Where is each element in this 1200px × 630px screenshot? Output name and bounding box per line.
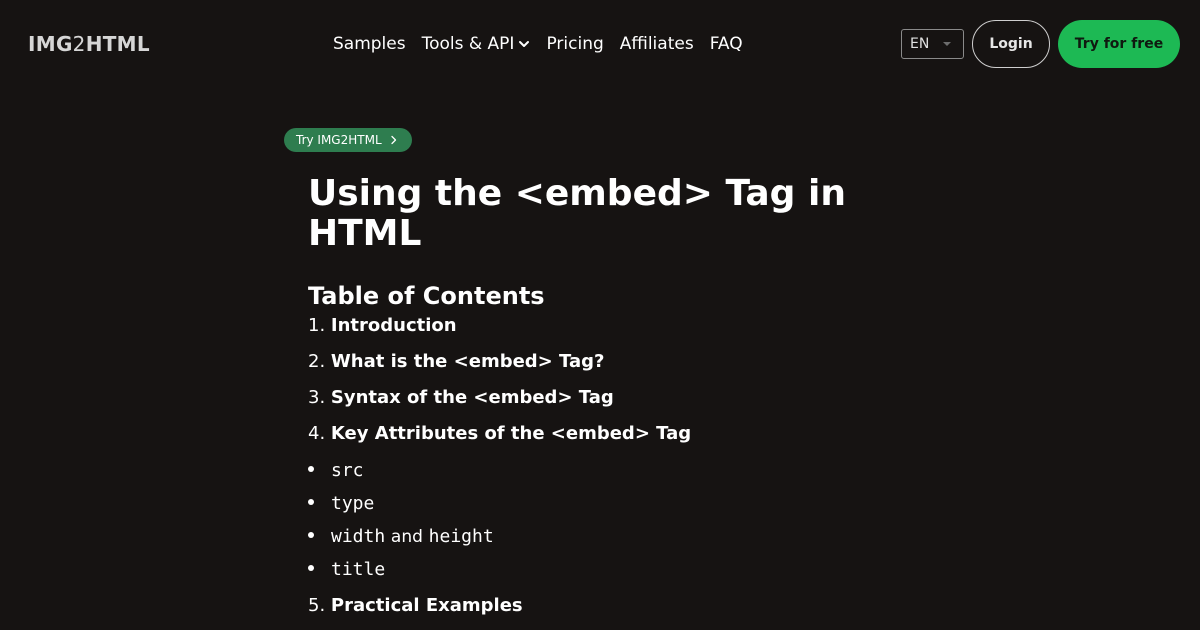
nav-link-label: FAQ bbox=[709, 34, 743, 54]
main-nav: Samples Tools & API Pricing Affiliates F… bbox=[333, 33, 743, 55]
attribute-joiner: and bbox=[390, 527, 423, 547]
nav-link-pricing[interactable]: Pricing bbox=[546, 33, 603, 55]
toc-subitem-title[interactable]: title bbox=[308, 558, 385, 582]
nav-link-label: Samples bbox=[333, 34, 406, 54]
bullet-dot bbox=[308, 499, 314, 505]
toc-subitem-width-height[interactable]: width and height bbox=[308, 525, 494, 549]
site-logo[interactable]: IMG2HTML bbox=[28, 33, 150, 55]
toc-item-syntax[interactable]: 3. Syntax of the <embed> Tag bbox=[308, 386, 614, 410]
badge-label: Try IMG2HTML bbox=[296, 133, 382, 147]
toc-item-number: 2. bbox=[308, 351, 326, 372]
toc-subitem-src[interactable]: src bbox=[308, 459, 364, 483]
attribute-code: title bbox=[331, 559, 386, 580]
toc-item-number: 1. bbox=[308, 315, 326, 336]
nav-link-label: Pricing bbox=[546, 34, 604, 54]
toc-heading: Table of Contents bbox=[308, 282, 545, 310]
language-select-value: EN bbox=[910, 36, 930, 52]
try-for-free-button[interactable]: Try for free bbox=[1058, 20, 1180, 68]
toc-item-label: Syntax of the <embed> Tag bbox=[330, 387, 614, 408]
attribute-code: height bbox=[428, 526, 494, 547]
toc-item-key-attributes[interactable]: 4. Key Attributes of the <embed> Tag bbox=[308, 422, 691, 446]
nav-link-faq[interactable]: FAQ bbox=[710, 33, 743, 55]
toc-item-label: Key Attributes of the <embed> Tag bbox=[330, 423, 692, 444]
try-img2html-badge[interactable]: Try IMG2HTML bbox=[284, 128, 412, 152]
toc-item-label: Introduction bbox=[330, 315, 457, 336]
nav-link-tools-api[interactable]: Tools & API bbox=[422, 33, 531, 55]
logo-text-two: 2 bbox=[72, 32, 86, 56]
logo-text-img: IMG bbox=[28, 32, 73, 56]
logo-text-html: HTML bbox=[85, 32, 150, 56]
caret-down-icon bbox=[943, 42, 951, 46]
chevron-right-icon bbox=[390, 135, 396, 145]
login-button[interactable]: Login bbox=[972, 20, 1050, 68]
bullet-dot bbox=[308, 466, 314, 472]
page-title: Using the <embed> Tag in HTML bbox=[308, 173, 846, 254]
attribute-code: width bbox=[331, 526, 386, 547]
nav-link-affiliates[interactable]: Affiliates bbox=[620, 33, 694, 55]
toc-item-label: Practical Examples bbox=[330, 595, 523, 616]
nav-link-label: Affiliates bbox=[619, 34, 694, 54]
nav-link-samples[interactable]: Samples bbox=[333, 33, 406, 55]
attribute-code: src bbox=[331, 460, 364, 481]
toc-item-introduction[interactable]: 1. Introduction bbox=[308, 314, 457, 338]
attribute-code: type bbox=[331, 493, 375, 514]
toc-item-number: 5. bbox=[308, 595, 326, 616]
toc-item-what-is-embed[interactable]: 2. What is the <embed> Tag? bbox=[308, 350, 604, 374]
toc-item-label: What is the <embed> Tag? bbox=[330, 351, 605, 372]
language-select[interactable]: EN bbox=[901, 29, 964, 59]
bullet-dot bbox=[308, 532, 314, 538]
bullet-dot bbox=[308, 565, 314, 571]
top-navigation-bar: IMG2HTML Samples Tools & API Pricing Aff… bbox=[0, 0, 1200, 88]
toc-item-practical-examples[interactable]: 5. Practical Examples bbox=[308, 594, 523, 618]
toc-item-number: 4. bbox=[308, 423, 326, 444]
toc-item-number: 3. bbox=[308, 387, 326, 408]
toc-subitem-type[interactable]: type bbox=[308, 492, 374, 516]
chevron-down-icon bbox=[519, 41, 530, 47]
nav-link-label: Tools & API bbox=[421, 34, 515, 54]
